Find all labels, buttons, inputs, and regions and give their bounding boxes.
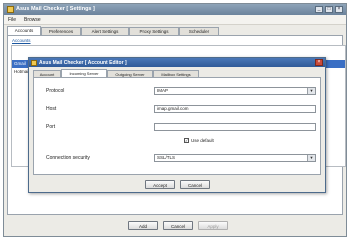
protocol-label: Protocol xyxy=(46,88,65,94)
tab-incoming-server[interactable]: Incoming Server xyxy=(61,69,107,77)
title-bar[interactable]: Asus Mail Checker [ Settings ] _ □ × xyxy=(4,4,346,15)
accept-button[interactable]: Accept xyxy=(145,180,175,189)
app-icon xyxy=(7,6,14,13)
cancel-button[interactable]: Cancel xyxy=(163,221,193,230)
protocol-value: IMAP xyxy=(157,88,169,93)
tab-scheduler[interactable]: Scheduler xyxy=(179,27,219,35)
tab-preferences[interactable]: Preferences xyxy=(41,27,81,35)
accounts-label: Accounts xyxy=(12,38,31,43)
tab-account[interactable]: Account xyxy=(33,70,61,77)
tab-alert-settings[interactable]: Alert Settings xyxy=(81,27,129,35)
checkbox-check-icon: ✓ xyxy=(184,138,189,143)
use-default-checkbox[interactable]: ✓ Use default xyxy=(184,138,214,143)
menu-bar: File Browse xyxy=(4,15,346,25)
protocol-select[interactable]: IMAP ▼ xyxy=(154,87,316,95)
apply-button[interactable]: Apply xyxy=(198,221,228,230)
add-button[interactable]: Add xyxy=(128,221,158,230)
incoming-server-panel: Protocol IMAP ▼ Host imap.gmail.com Port… xyxy=(33,77,321,175)
dialog-title: Asus Mail Checker [ Account Editor ] xyxy=(39,59,127,66)
settings-tabs: Accounts Preferences Alert Settings Prox… xyxy=(7,26,343,35)
menu-file[interactable]: File xyxy=(8,17,16,23)
port-label: Port xyxy=(46,124,56,130)
host-input[interactable]: imap.gmail.com xyxy=(154,105,316,113)
account-editor-dialog: Asus Mail Checker [ Account Editor ] × A… xyxy=(28,57,326,193)
dialog-title-bar[interactable]: Asus Mail Checker [ Account Editor ] × xyxy=(29,58,325,67)
tab-proxy-settings[interactable]: Proxy Settings xyxy=(129,27,179,35)
use-default-label: Use default xyxy=(191,138,214,143)
dialog-cancel-button[interactable]: Cancel xyxy=(180,180,210,189)
close-button[interactable]: × xyxy=(335,6,343,13)
tab-accounts[interactable]: Accounts xyxy=(7,26,41,35)
chevron-down-icon: ▼ xyxy=(307,88,315,94)
maximize-button[interactable]: □ xyxy=(325,6,333,13)
dialog-app-icon xyxy=(31,59,37,66)
connection-security-value: SSL/TLS xyxy=(157,155,176,160)
tab-mailbox-settings[interactable]: Mailbox Settings xyxy=(153,70,199,77)
minimize-button[interactable]: _ xyxy=(315,6,323,13)
menu-browse[interactable]: Browse xyxy=(24,17,41,23)
port-input[interactable] xyxy=(154,123,316,131)
dialog-close-button[interactable]: × xyxy=(315,59,323,66)
chevron-down-icon: ▼ xyxy=(307,155,315,161)
connection-security-select[interactable]: SSL/TLS ▼ xyxy=(154,154,316,162)
tab-outgoing-server[interactable]: Outgoing Server xyxy=(107,70,153,77)
host-label: Host xyxy=(46,106,57,112)
window-title: Asus Mail Checker [ Settings ] xyxy=(16,6,95,12)
connection-security-label: Connection security xyxy=(46,155,90,161)
dialog-tabs: Account Incoming Server Outgoing Server … xyxy=(33,69,321,77)
